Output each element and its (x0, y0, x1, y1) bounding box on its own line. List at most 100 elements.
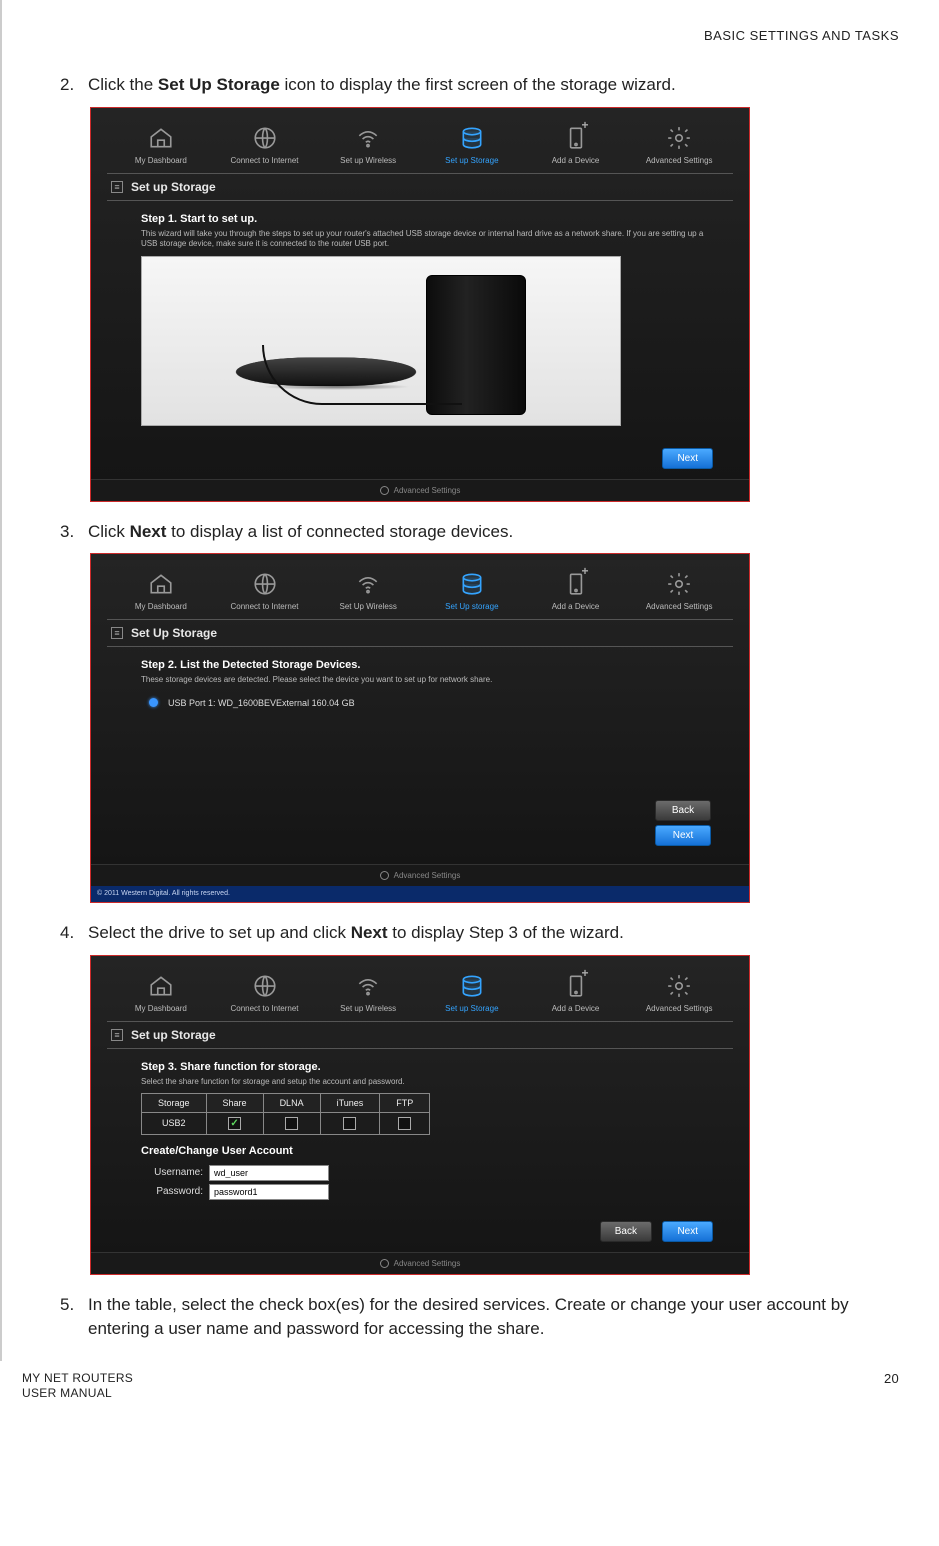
step-text: In the table, select the check box(es) f… (88, 1293, 899, 1341)
footer-subtitle: USER MANUAL (22, 1386, 133, 1402)
footer-title: MY NET ROUTERS (22, 1371, 133, 1387)
instruction-step-5: 5. In the table, select the check box(es… (60, 1293, 899, 1341)
footer-link-label: Advanced Settings (394, 486, 461, 495)
nav-storage[interactable]: Set up Storage (420, 124, 524, 165)
nav-label: Set up Storage (445, 156, 498, 165)
nav-wireless[interactable]: Set Up Wireless (316, 570, 420, 611)
footer-link-label: Advanced Settings (394, 871, 461, 880)
wifi-icon (351, 124, 385, 152)
wizard-step-description: This wizard will take you through the st… (141, 229, 709, 250)
device-icon (559, 972, 593, 1000)
panel-title-bar: ≡ Set up Storage (107, 173, 733, 201)
instruction-step-2: 2. Click the Set Up Storage icon to disp… (60, 73, 899, 97)
nav-connect[interactable]: Connect to Internet (213, 124, 317, 165)
back-button[interactable]: Back (655, 800, 711, 821)
step-text-bold: Next (130, 522, 167, 541)
back-button[interactable]: Back (600, 1221, 652, 1242)
radio-selected-icon (149, 698, 158, 707)
nav-dashboard[interactable]: My Dashboard (109, 570, 213, 611)
globe-icon (248, 972, 282, 1000)
col-storage: Storage (142, 1093, 207, 1112)
wizard-screenshot-step1: My Dashboard Connect to Internet Set up … (90, 107, 750, 502)
globe-icon (248, 124, 282, 152)
table-header-row: Storage Share DLNA iTunes FTP (142, 1093, 430, 1112)
nav-dashboard[interactable]: My Dashboard (109, 124, 213, 165)
step-text-pre: Click the (88, 75, 158, 94)
gear-icon (380, 486, 389, 495)
nav-wireless[interactable]: Set up Wireless (316, 124, 420, 165)
nav-add-device[interactable]: Add a Device (524, 124, 628, 165)
account-section-heading: Create/Change User Account (141, 1145, 709, 1157)
cell-storage-name: USB2 (142, 1112, 207, 1134)
home-icon (144, 570, 178, 598)
next-button[interactable]: Next (655, 825, 711, 846)
nav-storage[interactable]: Set Up storage (420, 570, 524, 611)
nav-advanced[interactable]: Advanced Settings (627, 124, 731, 165)
gear-icon (380, 871, 389, 880)
product-illustration (141, 256, 621, 426)
device-icon (559, 570, 593, 598)
nav-label: Add a Device (552, 156, 600, 165)
wizard-step-heading: Step 2. List the Detected Storage Device… (141, 659, 709, 671)
detected-device-row[interactable]: USB Port 1: WD_1600BEVExternal 160.04 GB (141, 692, 709, 788)
step-text-bold: Set Up Storage (158, 75, 280, 94)
nav-connect[interactable]: Connect to Internet (213, 570, 317, 611)
wifi-icon (351, 570, 385, 598)
panel-footer-bar[interactable]: Advanced Settings (91, 864, 749, 886)
nav-label: Set up Wireless (340, 1004, 396, 1013)
globe-icon (248, 570, 282, 598)
gear-icon (662, 570, 696, 598)
panel-title: Set up Storage (131, 1028, 216, 1042)
page-footer: MY NET ROUTERS USER MANUAL 20 (0, 1361, 939, 1422)
panel-title: Set up Storage (131, 180, 216, 194)
password-label: Password: (141, 1186, 203, 1197)
step-text-post: icon to display the first screen of the … (280, 75, 676, 94)
nav-dashboard[interactable]: My Dashboard (109, 972, 213, 1013)
wizard-step-description: These storage devices are detected. Plea… (141, 675, 709, 685)
wizard-step-heading: Step 3. Share function for storage. (141, 1061, 709, 1073)
gear-icon (662, 972, 696, 1000)
page-number: 20 (884, 1371, 899, 1402)
footer-link-label: Advanced Settings (394, 1259, 461, 1268)
username-input[interactable] (209, 1165, 329, 1181)
nav-bar: My Dashboard Connect to Internet Set up … (99, 968, 741, 1021)
next-button[interactable]: Next (662, 1221, 713, 1242)
list-icon: ≡ (111, 627, 123, 639)
nav-bar: My Dashboard Connect to Internet Set Up … (99, 566, 741, 619)
wifi-icon (351, 972, 385, 1000)
col-dlna: DLNA (263, 1093, 320, 1112)
checkbox-ftp[interactable] (398, 1117, 411, 1130)
username-label: Username: (141, 1167, 203, 1178)
nav-label: Set up Storage (445, 1004, 498, 1013)
list-icon: ≡ (111, 1029, 123, 1041)
nav-connect[interactable]: Connect to Internet (213, 972, 317, 1013)
next-button[interactable]: Next (662, 448, 713, 469)
nav-wireless[interactable]: Set up Wireless (316, 972, 420, 1013)
checkbox-dlna[interactable] (285, 1117, 298, 1130)
checkbox-itunes[interactable] (343, 1117, 356, 1130)
nav-advanced[interactable]: Advanced Settings (627, 972, 731, 1013)
nav-label: Connect to Internet (230, 1004, 298, 1013)
share-services-table: Storage Share DLNA iTunes FTP USB2 ✓ (141, 1093, 430, 1135)
panel-title-bar: ≡ Set up Storage (107, 1021, 733, 1049)
nav-label: Add a Device (552, 1004, 600, 1013)
nav-label: Set Up Wireless (340, 602, 397, 611)
nav-label: Advanced Settings (646, 602, 713, 611)
nav-add-device[interactable]: Add a Device (524, 972, 628, 1013)
nav-label: Add a Device (552, 602, 600, 611)
nav-advanced[interactable]: Advanced Settings (627, 570, 731, 611)
panel-footer-bar[interactable]: Advanced Settings (91, 479, 749, 501)
step-text-post: to display Step 3 of the wizard. (388, 923, 624, 942)
nav-add-device[interactable]: Add a Device (524, 570, 628, 611)
step-text-pre: Select the drive to set up and click (88, 923, 351, 942)
wizard-screenshot-step3: My Dashboard Connect to Internet Set up … (90, 955, 750, 1275)
nav-storage[interactable]: Set up Storage (420, 972, 524, 1013)
storage-icon (455, 124, 489, 152)
password-input[interactable] (209, 1184, 329, 1200)
instruction-step-3: 3. Click Next to display a list of conne… (60, 520, 899, 544)
col-ftp: FTP (380, 1093, 430, 1112)
device-label: USB Port 1: WD_1600BEVExternal 160.04 GB (168, 698, 355, 708)
nav-label: Set up Wireless (340, 156, 396, 165)
panel-footer-bar[interactable]: Advanced Settings (91, 1252, 749, 1274)
checkbox-share[interactable]: ✓ (228, 1117, 241, 1130)
